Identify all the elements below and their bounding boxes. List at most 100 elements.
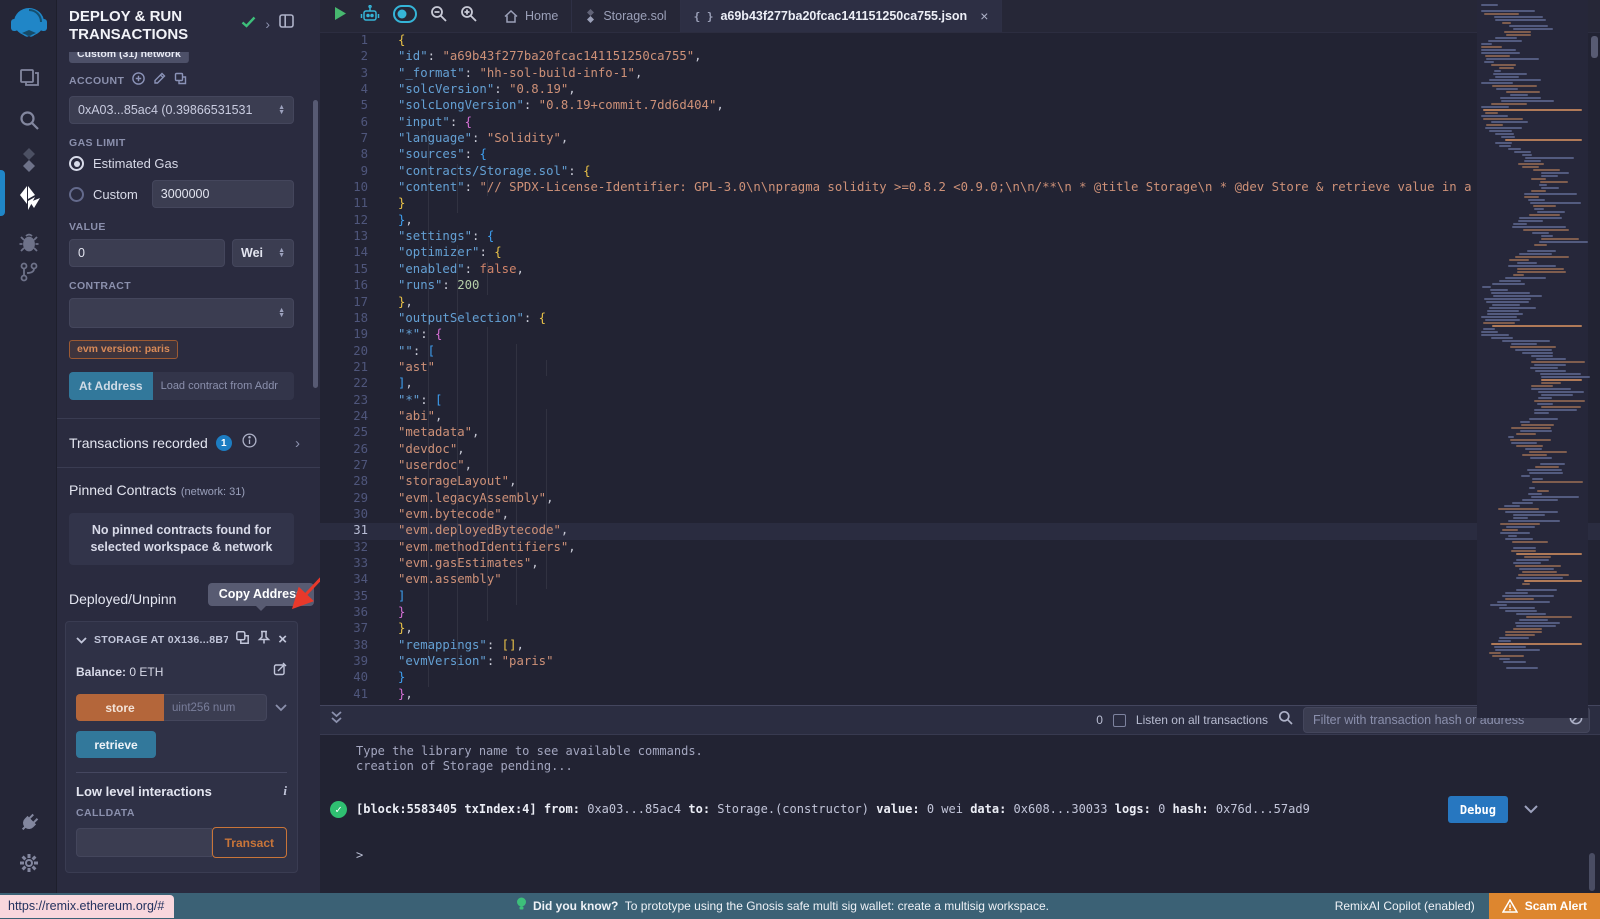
info-icon[interactable]: i	[283, 783, 287, 799]
pin-contract-icon[interactable]	[257, 630, 271, 650]
load-contract-input[interactable]: Load contract from Addr	[153, 372, 294, 400]
add-account-icon[interactable]	[132, 72, 145, 90]
tab-build-info-json[interactable]: { } a69b43f277ba20fcac141151250ca755.jso…	[681, 0, 1003, 32]
copilot-status[interactable]: RemixAI Copilot (enabled)	[1335, 899, 1475, 913]
code-line[interactable]: 30 "evm.bytecode",	[320, 507, 1600, 523]
estimated-gas-radio[interactable]	[69, 156, 84, 171]
terminal-prompt[interactable]: >	[356, 848, 1600, 862]
copy-address-icon[interactable]	[235, 630, 250, 650]
account-select[interactable]: 0xA03...85ac4 (0.39866531531 ▲▼	[69, 96, 294, 124]
copy-account-icon[interactable]	[174, 72, 187, 90]
code-line[interactable]: 9 "contracts/Storage.sol": {	[320, 164, 1600, 180]
zoom-in-icon[interactable]	[460, 5, 477, 27]
code-line[interactable]: 10 "content": "// SPDX-License-Identifie…	[320, 180, 1600, 196]
value-unit-select[interactable]: Wei ▲▼	[232, 239, 294, 267]
code-line[interactable]: 14 "optimizer": {	[320, 245, 1600, 261]
contract-select[interactable]: ▲▼	[69, 298, 294, 328]
code-line[interactable]: 40 }	[320, 670, 1600, 686]
code-line[interactable]: 17 },	[320, 295, 1600, 311]
code-line[interactable]: 8 "sources": {	[320, 147, 1600, 163]
git-icon[interactable]	[0, 252, 57, 292]
store-arg-input[interactable]: uint256 num	[164, 694, 267, 721]
code-line[interactable]: 7 "language": "Solidity",	[320, 131, 1600, 147]
code-line[interactable]: 11 }	[320, 196, 1600, 212]
edit-balance-icon[interactable]	[273, 662, 287, 681]
code-line[interactable]: 23 "*": [	[320, 393, 1600, 409]
store-button[interactable]: store	[76, 694, 164, 721]
code-line[interactable]: 35 ]	[320, 589, 1600, 605]
settings-icon[interactable]	[0, 843, 57, 883]
transact-button[interactable]: Transact	[212, 827, 287, 858]
code-line[interactable]: 28 "storageLayout",	[320, 474, 1600, 490]
code-line[interactable]: 33 "evm.gasEstimates",	[320, 556, 1600, 572]
search-terminal-icon[interactable]	[1278, 710, 1293, 730]
code-line[interactable]: 18 "outputSelection": {	[320, 311, 1600, 327]
panel-scrollbar[interactable]	[313, 100, 318, 388]
code-line[interactable]: 27 "userdoc",	[320, 458, 1600, 474]
code-line[interactable]: 22 ],	[320, 376, 1600, 392]
code-line[interactable]: 15 "enabled": false,	[320, 262, 1600, 278]
code-line[interactable]: 5 "solcLongVersion": "0.8.19+commit.7dd6…	[320, 98, 1600, 114]
at-address-button[interactable]: At Address	[69, 372, 153, 400]
expand-transactions-icon[interactable]: ›	[295, 435, 300, 452]
code-line[interactable]: 2 "id": "a69b43f277ba20fcac141151250ca75…	[320, 49, 1600, 65]
code-line[interactable]: 1{	[320, 33, 1600, 49]
code-line[interactable]: 20 "": [	[320, 344, 1600, 360]
code-line[interactable]: 25 "metadata",	[320, 425, 1600, 441]
code-line[interactable]: 19 "*": {	[320, 327, 1600, 343]
collapse-terminal-icon[interactable]	[330, 710, 343, 730]
code-line[interactable]: 41 },	[320, 687, 1600, 703]
code-line[interactable]: 4 "solcVersion": "0.8.19",	[320, 82, 1600, 98]
editor-scrollbar[interactable]	[1591, 36, 1598, 58]
code-line[interactable]: 24 "abi",	[320, 409, 1600, 425]
code-line[interactable]: 3 "_format": "hh-sol-build-info-1",	[320, 66, 1600, 82]
tab-storage-sol[interactable]: Storage.sol	[572, 0, 680, 32]
expand-tx-icon[interactable]	[1524, 803, 1538, 817]
collapse-contract-icon[interactable]	[76, 631, 87, 649]
retrieve-button[interactable]: retrieve	[76, 731, 156, 758]
tab-home[interactable]: Home	[491, 0, 572, 32]
code-line[interactable]: 6 "input": {	[320, 115, 1600, 131]
split-view-icon[interactable]	[279, 14, 294, 33]
listen-checkbox[interactable]	[1113, 714, 1126, 727]
terminal-scrollbar[interactable]	[1589, 853, 1595, 891]
pin-panel-icon[interactable]: ›	[265, 16, 270, 32]
code-line[interactable]: 29 "evm.legacyAssembly",	[320, 491, 1600, 507]
search-icon[interactable]	[0, 100, 57, 140]
minimap[interactable]	[1477, 0, 1588, 718]
expand-args-icon[interactable]	[275, 699, 287, 717]
code-line[interactable]: 37 },	[320, 621, 1600, 637]
zoom-out-icon[interactable]	[430, 5, 447, 27]
debug-button[interactable]: Debug	[1448, 796, 1508, 823]
code-area[interactable]: 1{2 "id": "a69b43f277ba20fcac141151250ca…	[320, 33, 1600, 705]
custom-gas-radio[interactable]	[69, 187, 84, 202]
code-line[interactable]: 13 "settings": {	[320, 229, 1600, 245]
code-line[interactable]: 34 "evm.assembly"	[320, 572, 1600, 588]
info-icon[interactable]	[242, 433, 257, 453]
calldata-input[interactable]	[76, 828, 212, 857]
close-tab-icon[interactable]: ×	[980, 8, 988, 24]
ai-assistant-icon[interactable]	[360, 5, 380, 28]
code-line[interactable]: 36 }	[320, 605, 1600, 621]
code-line[interactable]: 31 "evm.deployedBytecode",	[320, 523, 1600, 539]
code-line[interactable]: 12 },	[320, 213, 1600, 229]
custom-gas-input[interactable]: 3000000	[152, 180, 294, 208]
code-line[interactable]: 16 "runs": 200	[320, 278, 1600, 294]
remove-contract-icon[interactable]: ×	[278, 635, 287, 645]
scam-alert-button[interactable]: Scam Alert	[1489, 893, 1600, 919]
run-script-icon[interactable]	[334, 6, 347, 26]
file-explorer-icon[interactable]	[0, 58, 57, 98]
plugin-manager-icon[interactable]	[0, 803, 57, 843]
value-input[interactable]: 0	[69, 239, 225, 267]
remix-logo-icon[interactable]	[0, 4, 57, 44]
transaction-log-row[interactable]: ✓ [block:5583405 txIndex:4] from: 0xa03.…	[356, 801, 1600, 818]
terminal-output[interactable]: Type the library name to see available c…	[320, 735, 1600, 893]
code-line[interactable]: 32 "evm.methodIdentifiers",	[320, 540, 1600, 556]
solidity-compiler-icon[interactable]	[0, 140, 57, 180]
code-line[interactable]: 26 "devdoc",	[320, 442, 1600, 458]
copilot-toggle-icon[interactable]	[393, 5, 417, 28]
edit-account-icon[interactable]	[153, 72, 166, 90]
code-line[interactable]: 38 "remappings": [],	[320, 638, 1600, 654]
code-line[interactable]: 21 "ast"	[320, 360, 1600, 376]
deploy-run-icon[interactable]	[0, 178, 57, 218]
